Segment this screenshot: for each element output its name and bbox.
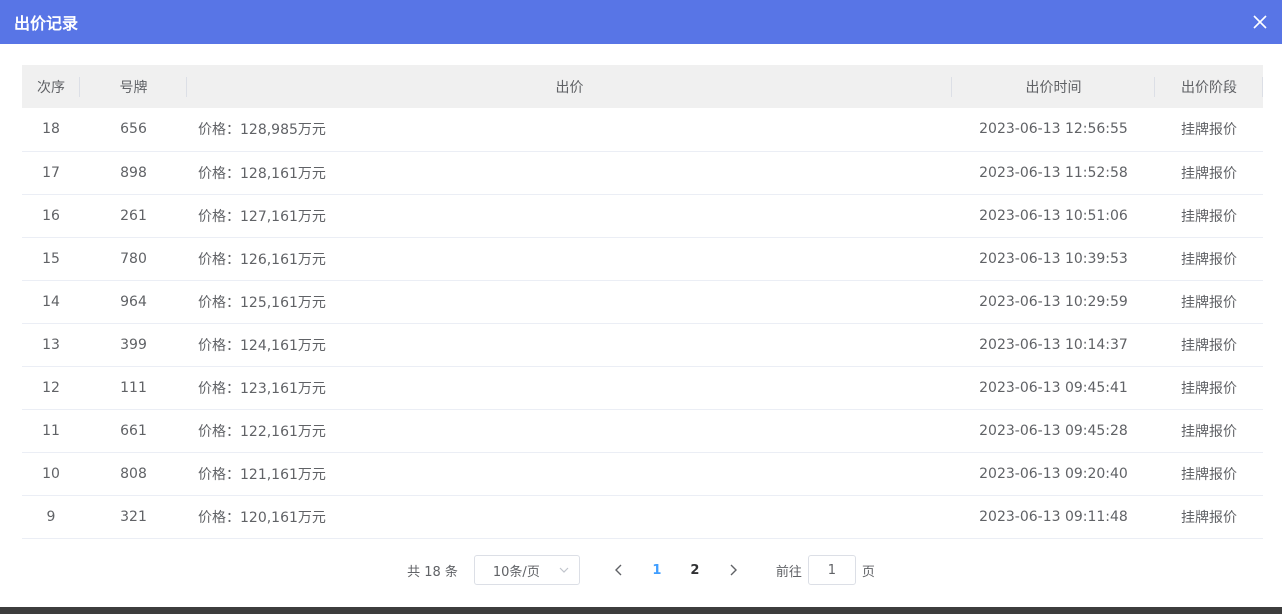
cell-index: 14 — [42, 293, 60, 310]
background-strip — [0, 607, 1282, 614]
cell-plate: 780 — [120, 250, 147, 267]
chevron-right-icon — [730, 564, 737, 576]
cell-stage: 挂牌报价 — [1181, 337, 1237, 354]
cell-plate: 964 — [120, 293, 147, 310]
cell-time: 2023-06-13 09:20:40 — [979, 465, 1128, 482]
cell-plate: 261 — [120, 207, 147, 224]
cell-stage: 挂牌报价 — [1181, 208, 1237, 225]
table-row: 14 964 价格：125,161万元 2023-06-13 10:29:59 挂牌报价 — [22, 280, 1263, 323]
cell-time: 2023-06-13 09:11:48 — [979, 508, 1128, 525]
cell-stage: 挂牌报价 — [1181, 294, 1237, 311]
goto-prefix: 前往 — [775, 564, 802, 580]
cell-time: 2023-06-13 12:56:55 — [979, 121, 1128, 138]
table-row: 12 111 价格：123,161万元 2023-06-13 09:45:41 挂牌报价 — [22, 366, 1263, 409]
cell-price: 价格：124,161万元 — [198, 337, 326, 354]
pagination: 共 18 条 10条/页 1 2 前往 页 — [0, 554, 1282, 586]
table-header-row: 次序 号牌 出价 出价时间 出价阶段 — [22, 65, 1263, 108]
cell-plate: 656 — [120, 121, 147, 138]
page-1-button[interactable]: 1 — [642, 555, 672, 585]
cell-index: 12 — [42, 379, 60, 396]
prev-page-button[interactable] — [604, 555, 634, 585]
chevron-left-icon — [614, 564, 622, 576]
cell-stage: 挂牌报价 — [1181, 423, 1237, 440]
bid-table: 次序 号牌 出价 出价时间 出价阶段 18 656 价格：128,985万元 2023… — [22, 65, 1263, 539]
cell-price: 价格：120,161万元 — [198, 509, 326, 526]
cell-plate: 808 — [120, 465, 147, 482]
cell-stage: 挂牌报价 — [1181, 509, 1237, 526]
cell-plate: 111 — [120, 379, 147, 396]
cell-price: 价格：125,161万元 — [198, 294, 326, 311]
goto-page-input[interactable] — [807, 555, 856, 585]
table-row: 16 261 价格：127,161万元 2023-06-13 10:51:06 挂牌报价 — [22, 194, 1263, 237]
dialog-title: 出价记录 — [14, 14, 79, 33]
cell-time: 2023-06-13 09:45:28 — [979, 422, 1128, 439]
cell-index: 18 — [42, 121, 60, 138]
cell-stage: 挂牌报价 — [1181, 122, 1237, 139]
cell-price: 价格：127,161万元 — [198, 208, 326, 225]
table-body: 18 656 价格：128,985万元 2023-06-13 12:56:55 挂牌报价… — [22, 108, 1263, 538]
cell-plate: 321 — [120, 508, 147, 525]
cell-stage: 挂牌报价 — [1181, 251, 1237, 268]
header-index: 次序 — [22, 65, 80, 108]
table-row: 18 656 价格：128,985万元 2023-06-13 12:56:55 挂牌报价 — [22, 108, 1263, 151]
chevron-down-icon — [559, 567, 569, 573]
cell-index: 10 — [42, 465, 60, 482]
header-time: 出价时间 — [952, 65, 1155, 108]
cell-index: 9 — [46, 508, 56, 525]
cell-time: 2023-06-13 10:51:06 — [979, 207, 1128, 224]
cell-plate: 399 — [120, 336, 147, 353]
header-price: 出价 — [187, 65, 952, 108]
cell-time: 2023-06-13 10:39:53 — [979, 250, 1128, 267]
goto-suffix: 页 — [861, 564, 875, 580]
cell-price: 价格：128,161万元 — [198, 165, 326, 182]
cell-index: 15 — [42, 250, 60, 267]
table-row: 15 780 价格：126,161万元 2023-06-13 10:39:53 挂牌报价 — [22, 237, 1263, 280]
bid-table-wrapper: 次序 号牌 出价 出价时间 出价阶段 18 656 价格：128,985万元 2023… — [22, 65, 1263, 539]
goto-page: 前往 页 — [776, 555, 875, 585]
cell-time: 2023-06-13 10:14:37 — [979, 336, 1128, 353]
page-2-button[interactable]: 2 — [680, 555, 710, 585]
table-row: 11 661 价格：122,161万元 2023-06-13 09:45:28 挂牌报价 — [22, 409, 1263, 452]
total-count: 共 18 条 — [407, 564, 458, 580]
cell-time: 2023-06-13 09:45:41 — [979, 379, 1128, 396]
header-plate: 号牌 — [80, 65, 187, 108]
cell-index: 17 — [42, 164, 60, 181]
cell-price: 价格：123,161万元 — [198, 380, 326, 397]
cell-price: 价格：121,161万元 — [198, 466, 326, 483]
cell-index: 11 — [42, 422, 60, 439]
cell-index: 13 — [42, 336, 60, 353]
bid-record-dialog: 出价记录 次序 号牌 出价 出价时间 出价阶段 18 656 价格：128,985万… — [0, 0, 1282, 607]
cell-stage: 挂牌报价 — [1181, 165, 1237, 182]
cell-price: 价格：128,985万元 — [198, 122, 326, 139]
close-icon — [1253, 15, 1267, 29]
page-size-select[interactable]: 10条/页 — [473, 555, 580, 585]
dialog-title-bar: 出价记录 — [0, 0, 1282, 44]
table-row: 17 898 价格：128,161万元 2023-06-13 11:52:58 挂牌报价 — [22, 151, 1263, 194]
cell-plate: 898 — [120, 164, 147, 181]
close-button[interactable] — [1238, 0, 1282, 44]
page-size-value: 10条/页 — [492, 564, 540, 580]
table-row: 9 321 价格：120,161万元 2023-06-13 09:11:48 挂牌报价 — [22, 495, 1263, 538]
cell-stage: 挂牌报价 — [1181, 380, 1237, 397]
cell-index: 16 — [42, 207, 60, 224]
cell-time: 2023-06-13 11:52:58 — [979, 164, 1128, 181]
cell-price: 价格：126,161万元 — [198, 251, 326, 268]
cell-plate: 661 — [120, 422, 147, 439]
header-stage: 出价阶段 — [1155, 65, 1263, 108]
next-page-button[interactable] — [718, 555, 748, 585]
cell-stage: 挂牌报价 — [1181, 466, 1237, 483]
cell-price: 价格：122,161万元 — [198, 423, 326, 440]
cell-time: 2023-06-13 10:29:59 — [979, 293, 1128, 310]
table-row: 13 399 价格：124,161万元 2023-06-13 10:14:37 挂牌报价 — [22, 323, 1263, 366]
table-row: 10 808 价格：121,161万元 2023-06-13 09:20:40 挂牌报价 — [22, 452, 1263, 495]
